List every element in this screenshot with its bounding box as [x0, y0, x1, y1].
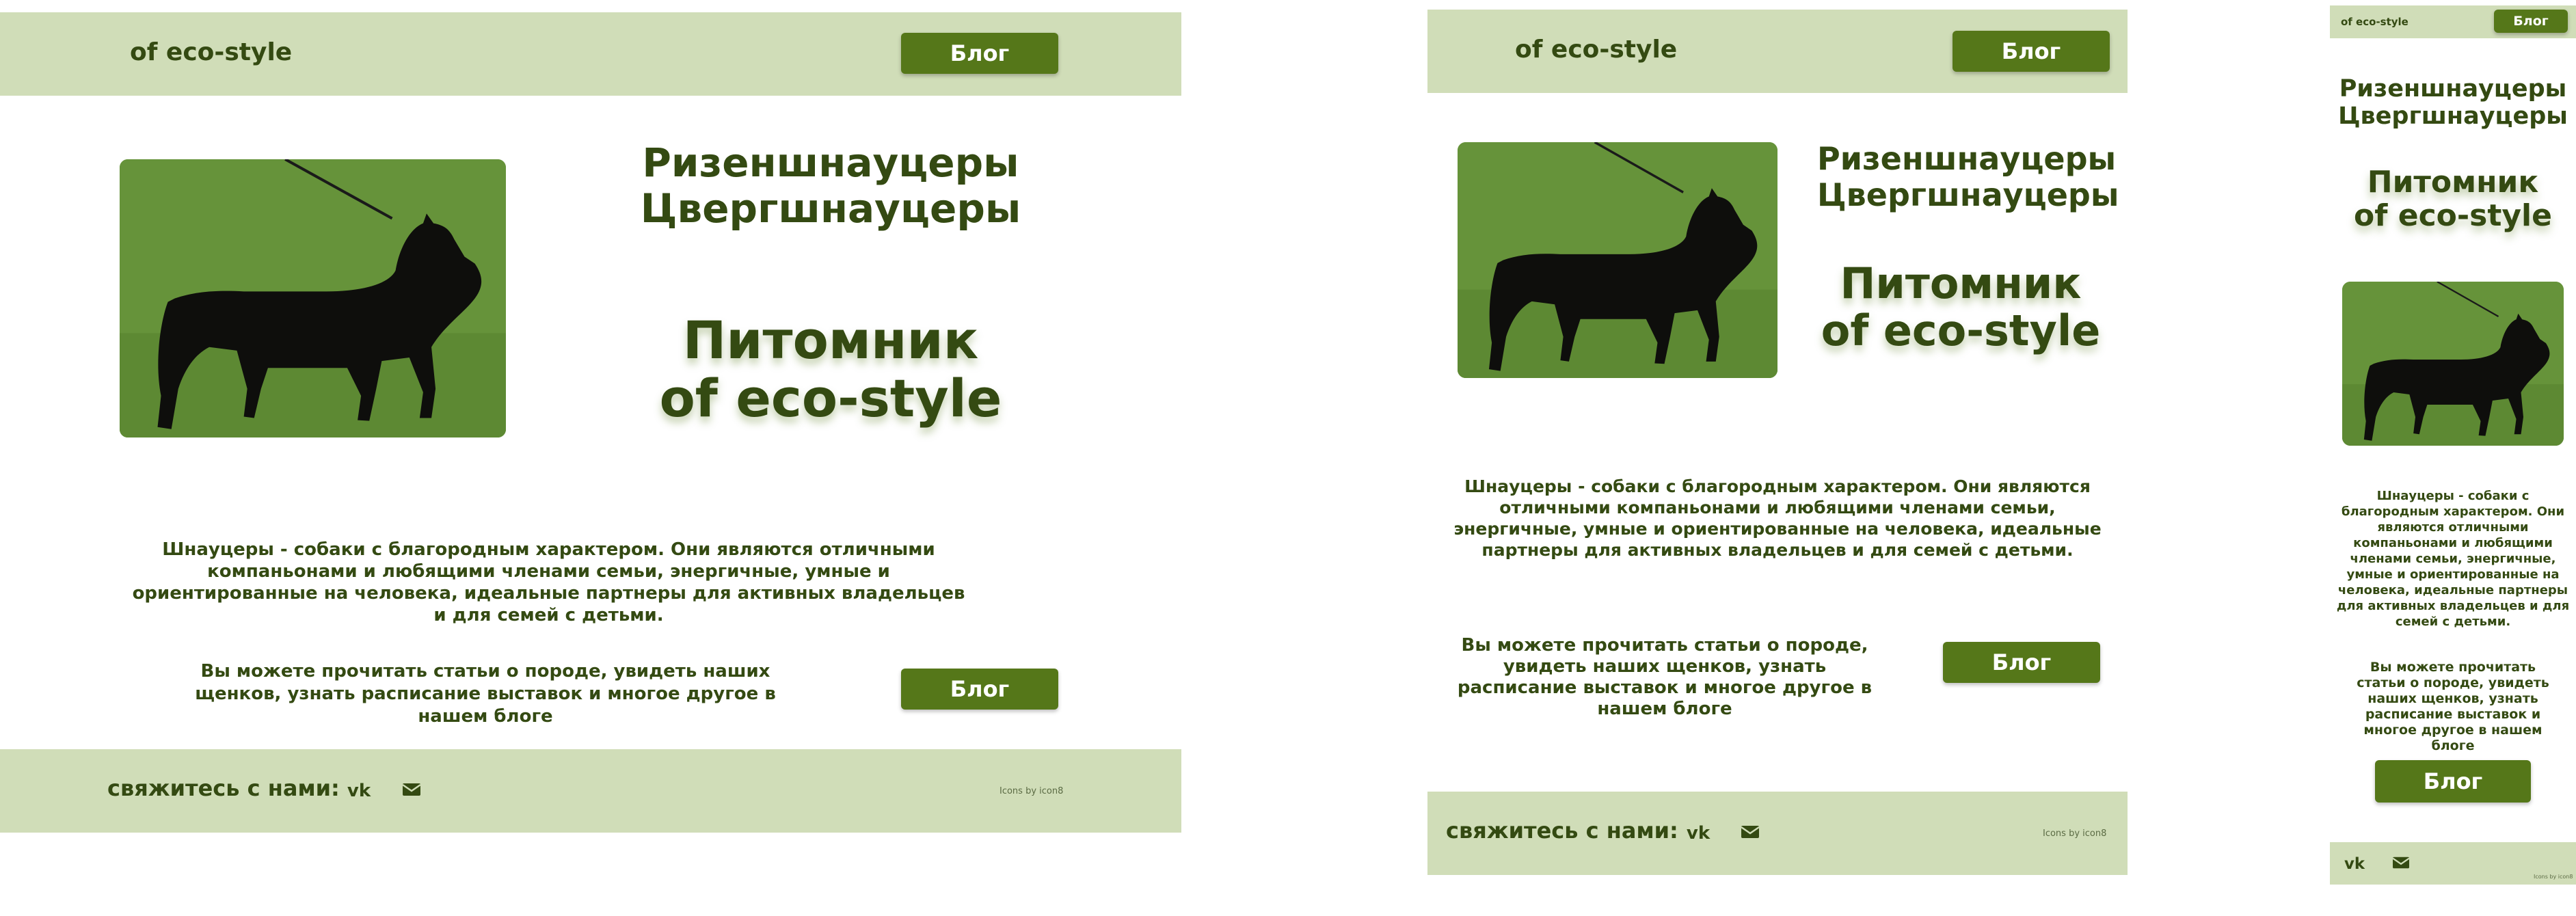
dog-photo [1458, 142, 1777, 378]
mobile-mockup: of eco-style Блог Ризеншнауцеры Цвергшна… [2330, 0, 2576, 916]
vk-icon[interactable]: vk [345, 779, 373, 801]
icons-credit[interactable]: Icons by icon8 [2043, 829, 2106, 839]
blog-button[interactable]: Блог [901, 669, 1058, 710]
header-bar: of eco-style Блог [0, 12, 1181, 96]
vk-icon[interactable]: vk [1685, 822, 1712, 844]
title-line2: of eco-style [2354, 198, 2552, 234]
breed-line1: Ризеншнауцеры [1817, 140, 2117, 177]
about-text: Шнауцеры - собаки с благородным характер… [2336, 489, 2570, 629]
mail-icon[interactable] [1740, 823, 1760, 841]
breed-line1: Ризеншнауцеры [642, 139, 1019, 186]
breed-line2: Цвергшнауцеры [2338, 103, 2568, 131]
icons-credit[interactable]: Icons by icon8 [999, 786, 1063, 796]
breed-line2: Цвергшнауцеры [1817, 176, 2119, 213]
icons-credit[interactable]: Icons by icon8 [2534, 874, 2573, 880]
nursery-title: Питомник of eco-style [2330, 165, 2576, 233]
svg-text:vk: vk [347, 781, 371, 801]
desktop-mockup: of eco-style Блог Ризеншнауцеры Цвергшна… [0, 0, 1181, 916]
contact-label: свяжитесь с нами: [107, 775, 340, 801]
header-blog-button[interactable]: Блог [2494, 10, 2568, 33]
svg-text:vk: vk [2344, 855, 2365, 873]
breeds-heading: Ризеншнауцеры Цвергшнауцеры [1817, 140, 2119, 213]
dog-photo [2342, 282, 2564, 446]
logo[interactable]: of eco-style [130, 38, 292, 66]
blog-text: Вы можете прочитать статьи о породе, уви… [2357, 660, 2549, 753]
header-blog-button[interactable]: Блог [901, 33, 1058, 74]
vk-icon[interactable]: vk [2341, 854, 2368, 873]
nursery-title: Питомник of eco-style [1817, 260, 2104, 355]
logo[interactable]: of eco-style [2341, 16, 2409, 28]
title-line2: of eco-style [1821, 306, 2101, 356]
svg-text:vk: vk [1687, 823, 1710, 844]
title-line2: of eco-style [659, 368, 1002, 429]
about-text: Шнауцеры - собаки с благородным характер… [1453, 476, 2102, 560]
header-blog-button[interactable]: Блог [1953, 31, 2110, 72]
title-line1: Питомник [682, 310, 979, 371]
dog-photo [120, 159, 506, 437]
breeds-heading: Ризеншнауцеры Цвергшнауцеры [2330, 75, 2576, 131]
footer-bar: vk Icons by icon8 [2330, 842, 2576, 885]
breed-line1: Ризеншнауцеры [2339, 75, 2567, 103]
title-line1: Питомник [2367, 165, 2539, 200]
header-bar: of eco-style Блог [1427, 10, 2128, 93]
header-bar: of eco-style Блог [2330, 5, 2576, 38]
tablet-mockup: of eco-style Блог Ризеншнауцеры Цвергшна… [1427, 0, 2128, 916]
blog-text: Вы можете прочитать статьи о породе, уви… [195, 661, 776, 727]
footer-bar: свяжитесь с нами: vk Icons by icon8 [1427, 792, 2128, 875]
logo[interactable]: of eco-style [1515, 36, 1677, 64]
mail-icon[interactable] [401, 781, 422, 798]
breed-line2: Цвергшнауцеры [640, 185, 1021, 232]
title-line1: Питомник [1840, 258, 2082, 308]
mail-icon[interactable] [2391, 854, 2411, 871]
breeds-heading: Ризеншнауцеры Цвергшнауцеры [615, 140, 1046, 231]
blog-text: Вы можете прочитать статьи о породе, уви… [1457, 635, 1873, 719]
footer-bar: свяжитесь с нами: vk Icons by icon8 [0, 749, 1181, 833]
blog-button[interactable]: Блог [1943, 642, 2100, 683]
contact-label: свяжитесь с нами: [1446, 818, 1678, 844]
about-text: Шнауцеры - собаки с благородным характер… [132, 539, 965, 625]
blog-button[interactable]: Блог [2375, 760, 2531, 803]
nursery-title: Питомник of eco-style [615, 311, 1046, 427]
